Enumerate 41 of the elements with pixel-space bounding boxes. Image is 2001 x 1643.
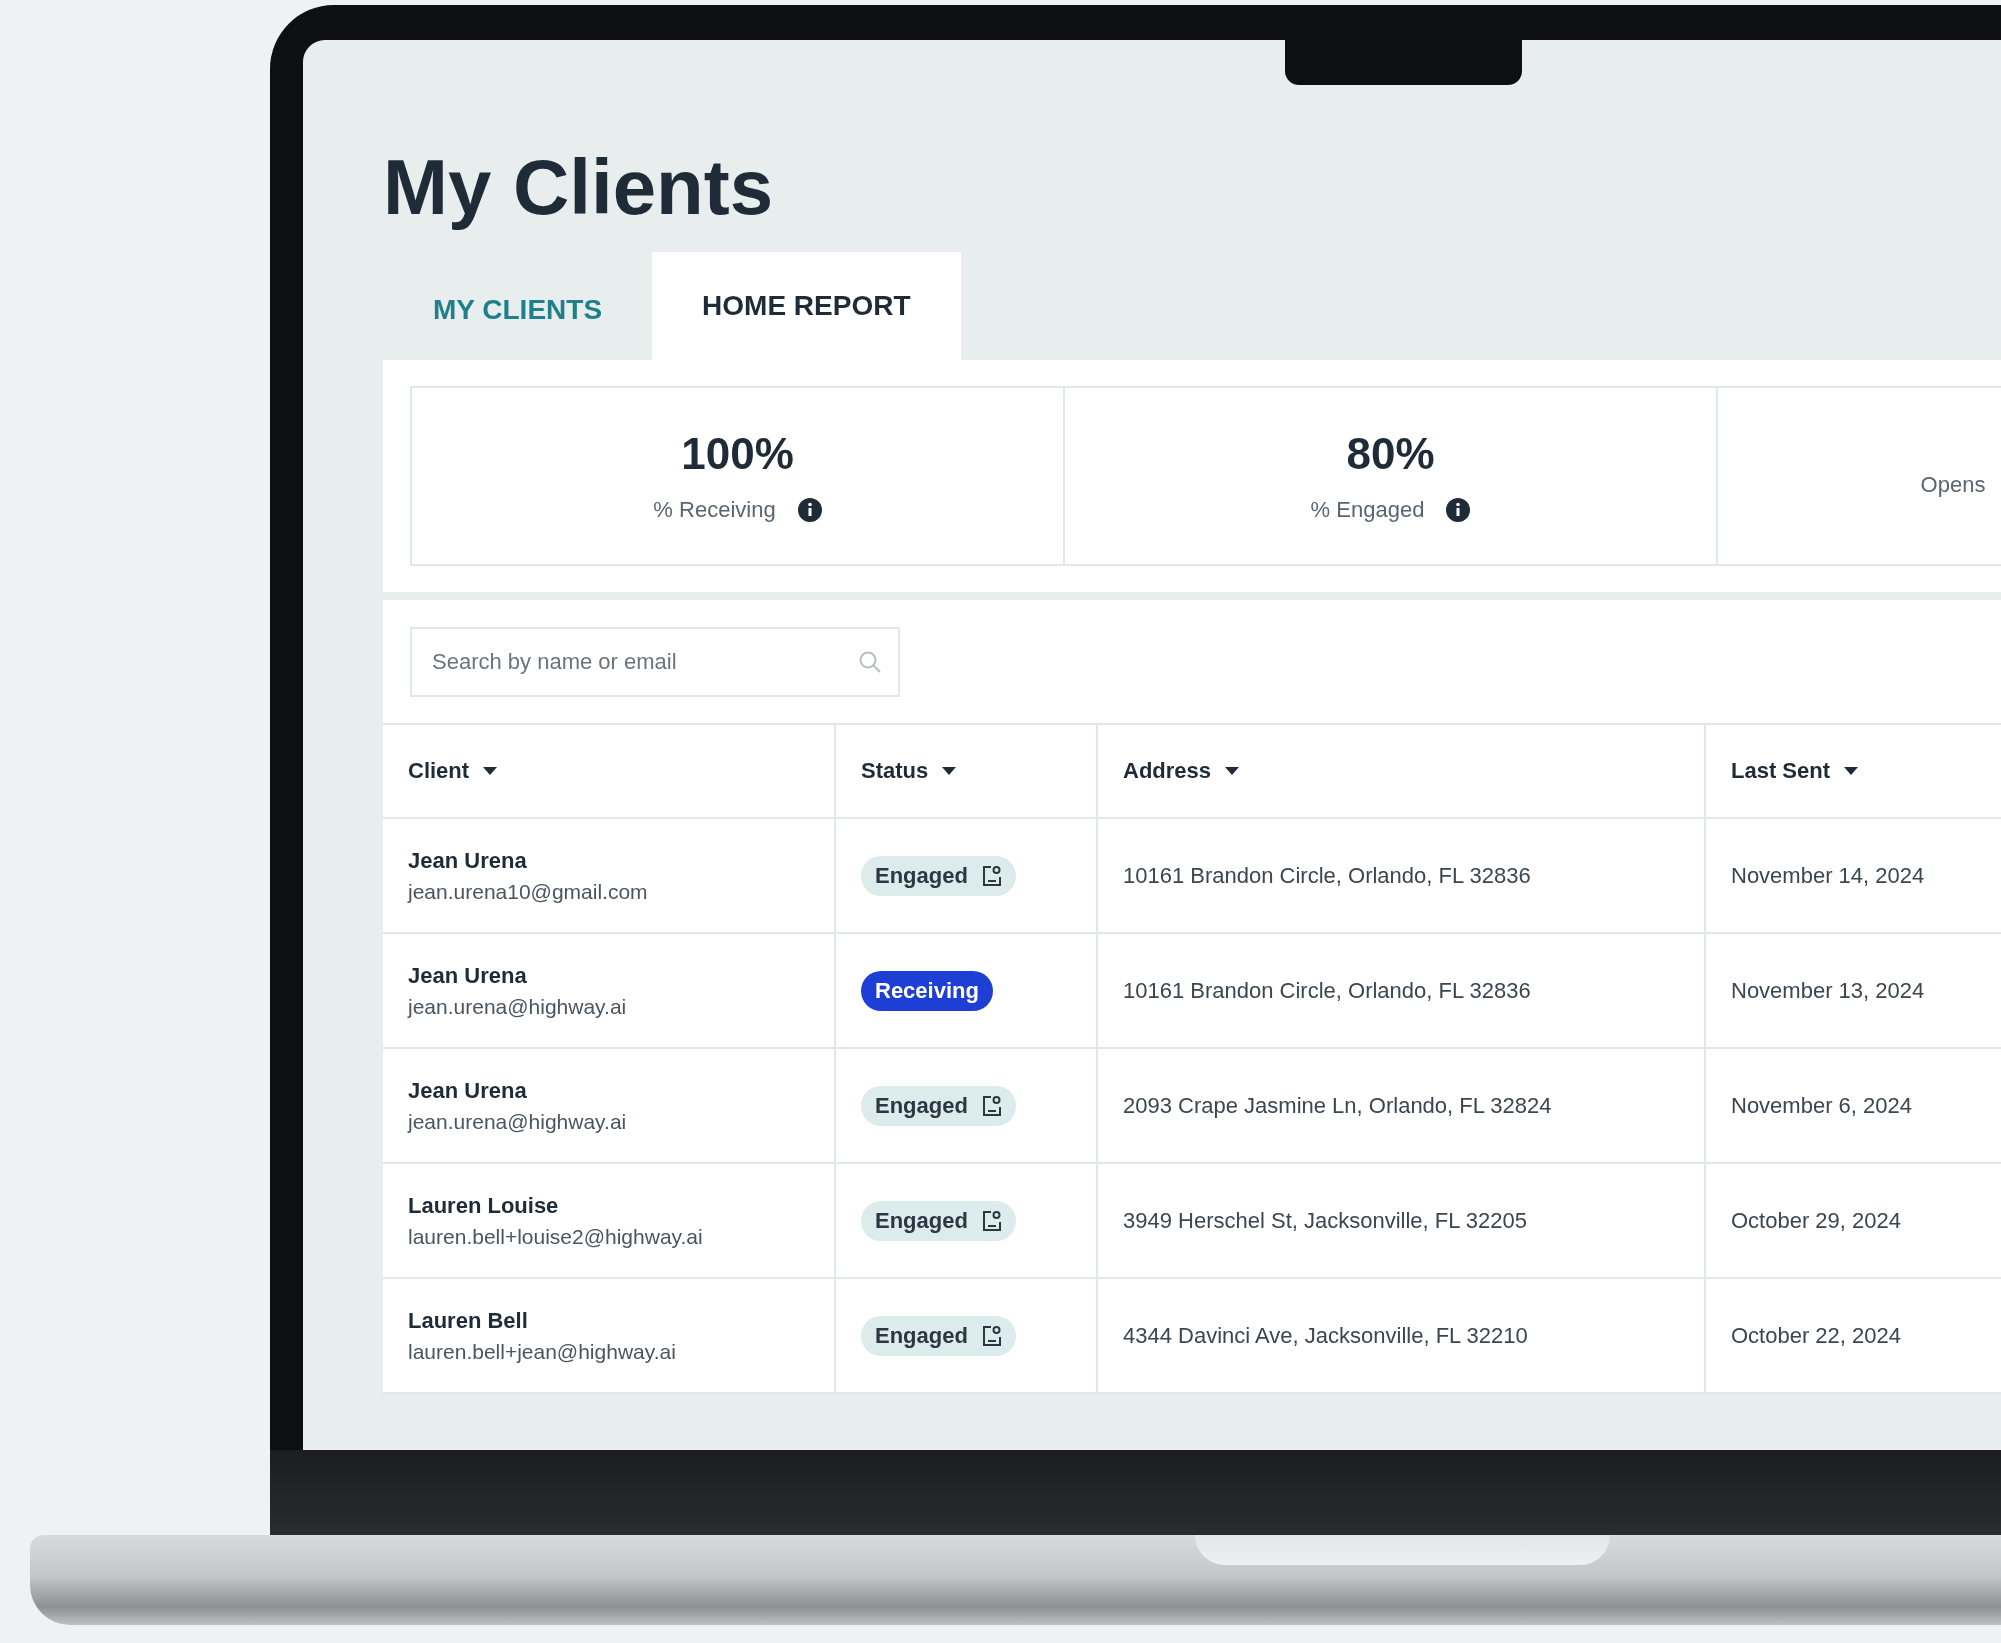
address-cell: 10161 Brandon Circle, Orlando, FL 32836 (1097, 818, 1705, 933)
client-email: jean.urena@highway.ai (408, 1109, 628, 1134)
client-name: Jean Urena (408, 1077, 528, 1104)
caret-icon (1844, 767, 1859, 775)
report-icon (981, 864, 1002, 887)
client-email: lauren.bell+jean@highway.ai (408, 1339, 677, 1364)
address-cell: 10161 Brandon Circle, Orlando, FL 32836 (1097, 933, 1705, 1048)
client-name: Jean Urena (408, 847, 528, 874)
tab[interactable]: HOME REPORT (652, 252, 961, 360)
stat-label: Opens (1920, 472, 1986, 498)
caret-icon (483, 767, 498, 775)
column-header[interactable]: Last Sent (1705, 724, 2001, 818)
status-badge: Engaged (861, 855, 1016, 896)
stat-value: 100% (681, 429, 794, 479)
client-name: Lauren Louise (408, 1192, 560, 1219)
tab[interactable]: MY CLIENTS (383, 260, 653, 360)
address-cell: 3949 Herschel St, Jacksonville, FL 32205 (1097, 1163, 1705, 1278)
search-icon (858, 650, 882, 674)
status-badge: Engaged (861, 1200, 1016, 1241)
client-email: jean.urena@highway.ai (408, 994, 628, 1019)
stat-label: % Engaged (1310, 497, 1425, 523)
stat-value: 80% (1346, 429, 1435, 479)
status-badge: Engaged (861, 1085, 1016, 1126)
caret-icon (942, 767, 957, 775)
status-badge: Receiving (861, 970, 993, 1011)
column-header[interactable]: Status (835, 724, 1097, 818)
column-header[interactable]: Client (383, 724, 835, 818)
client-email: lauren.bell+louise2@highway.ai (408, 1224, 704, 1249)
address-cell: 4344 Davinci Ave, Jacksonville, FL 32210 (1097, 1278, 1705, 1393)
client-name: Jean Urena (408, 962, 528, 989)
column-header[interactable]: Address (1097, 724, 1705, 818)
stat-label: % Receiving (653, 497, 776, 523)
report-icon (981, 1324, 1002, 1347)
client-name: Lauren Bell (408, 1307, 529, 1334)
status-badge: Engaged (861, 1315, 1016, 1356)
address-cell: 2093 Crape Jasmine Ln, Orlando, FL 32824 (1097, 1048, 1705, 1163)
report-icon (981, 1094, 1002, 1117)
caret-icon (1225, 767, 1240, 775)
search-field[interactable]: Search by name or email (410, 627, 900, 697)
client-email: jean.urena10@gmail.com (408, 879, 649, 904)
report-icon (981, 1209, 1002, 1232)
